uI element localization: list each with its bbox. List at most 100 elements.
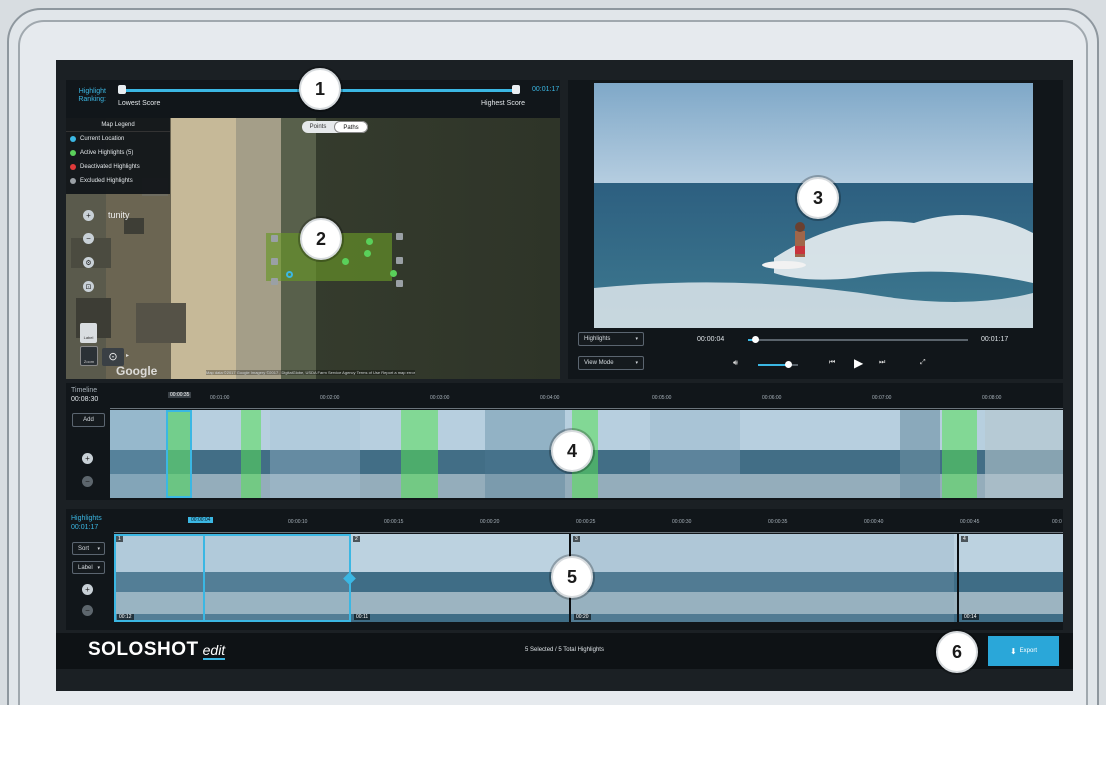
timeline-ruler[interactable]: 00:01:00 00:02:00 00:03:00 00:04:00 00:0… [110,389,1063,409]
selected-clip-outline[interactable] [114,534,351,622]
current-location-dot-icon [70,136,76,142]
zoom-out-icon[interactable]: − [83,233,94,244]
map-marker-active[interactable] [364,250,371,257]
skip-forward-icon[interactable]: ⏭︎ [879,359,885,367]
ranking-time: 00:01:17 [532,86,560,93]
highlights-tick-label: 00:00:10 [288,519,308,525]
chevron-down-icon: ▾ [635,360,638,366]
timeline-zoom-out-icon[interactable]: − [82,476,93,487]
label-button[interactable]: Label [80,323,97,343]
callout-3: 3 [797,177,839,219]
map-marker-excluded[interactable] [396,233,403,240]
map-marker-active[interactable] [390,270,397,277]
timeline-playhead-label: 00:00:35 [168,392,192,398]
legend-label: Deactivated Highlights [80,164,140,170]
legend-item-active: Active Highlights (5) [70,150,133,156]
video-progress-handle[interactable] [751,336,759,343]
timeline-duration: 00:08:30 [71,396,99,403]
chevron-down-icon: ▾ [97,545,100,552]
export-button-label: Export [1019,648,1038,654]
map-marker-active[interactable] [342,258,349,265]
highlights-dropdown[interactable]: Highlights ▾ [578,332,644,346]
view-mode-dropdown[interactable]: View Mode ▾ [578,356,644,370]
map-control-arrow-icon[interactable]: ▸ [126,352,129,359]
highlights-tick-label: 00:00:20 [480,519,500,525]
callout-6: 6 [936,631,978,673]
callout-1: 1 [299,68,341,110]
page-bottom [0,705,1106,771]
timeline-highlight-band[interactable] [942,410,977,498]
map-view-toggle: Points Paths [302,121,368,133]
ranking-label-1: Highlight [78,88,106,95]
map-marker-excluded[interactable] [396,257,403,264]
ranking-slider-min-handle[interactable] [118,85,126,94]
fit-bounds-icon[interactable]: ⊡ [83,281,94,292]
play-icon[interactable]: ▶ [854,356,863,370]
highlights-tick-label: 00:0 [1052,519,1062,525]
video-current-time: 00:00:04 [697,336,725,343]
settings-icon[interactable]: ⚙ [83,257,94,268]
timeline-tick-label: 00:01:00 [210,395,230,401]
chevron-down-icon: ▾ [97,564,100,571]
video-progress-track[interactable] [748,339,968,341]
timeline-tick-label: 00:04:00 [540,395,560,401]
legend-item-deactivated: Deactivated Highlights [70,164,140,170]
map-marker-excluded[interactable] [271,235,278,242]
highlights-duration: 00:01:17 [71,524,99,531]
fullscreen-icon[interactable]: ⤢ [920,359,926,367]
volume-icon[interactable]: 🔊︎ [733,358,738,368]
ranking-label-2: Ranking: [78,96,106,103]
label-dropdown-label: Label [78,564,93,571]
highlights-playhead-line[interactable] [203,534,205,622]
highlights-zoom-out-icon[interactable]: − [82,605,93,616]
highlights-dropdown-label: Highlights [584,336,611,342]
sort-dropdown[interactable]: Sort ▾ [72,542,105,555]
zoom-in-icon[interactable]: + [83,210,94,221]
callout-5: 5 [551,556,593,598]
highlight-clip-number: 4 [961,536,968,542]
legend-label: Excluded Highlights [80,178,133,184]
highlight-clip[interactable]: 3 00:20 [571,534,959,622]
highlight-clip[interactable]: 2 00:11 [351,534,571,622]
map-marker-active[interactable] [366,238,373,245]
chevron-down-icon: ▾ [635,336,638,342]
map-marker-current[interactable] [286,271,293,278]
ranking-lowest-label: Lowest Score [118,100,161,107]
timeline-zoom-in-icon[interactable]: + [82,453,93,464]
export-button[interactable]: ⬇ Export [988,636,1059,666]
callout-2: 2 [300,218,342,260]
highlights-ruler[interactable]: 00:00:04 00:00:10 00:00:15 00:00:20 00:0… [114,515,1063,533]
highlights-tick-label: 00:00:25 [576,519,596,525]
map-marker-excluded[interactable] [271,278,278,285]
toggle-paths[interactable]: Paths [334,121,368,133]
highlights-tick-label: 00:00:40 [864,519,884,525]
ranking-highest-label: Highest Score [481,100,525,107]
view-mode-dropdown-label: View Mode [584,360,614,366]
highlight-clip[interactable]: 4 00:14 [959,534,1063,622]
map-legend-title: Map Legend [66,118,170,132]
toggle-points[interactable]: Points [302,121,334,133]
timeline-tick-label: 00:07:00 [872,395,892,401]
video-panel: Highlights ▾ View Mode ▾ 00:00:04 00:01:… [568,80,1063,379]
volume-slider-handle[interactable] [785,361,792,368]
map-marker-excluded[interactable] [396,280,403,287]
highlight-clip-duration: 00:20 [574,614,591,620]
zoom-button-text: Zoom [83,359,95,364]
highlights-zoom-in-icon[interactable]: + [82,584,93,595]
highlight-clip-number: 3 [573,536,580,542]
footer-bar: SOLOSHOT edit 5 Selected / 5 Total Highl… [56,633,1073,669]
timeline-playhead-box[interactable] [166,410,192,498]
timeline-highlight-band[interactable] [401,410,438,498]
map-attribution: Map data ©2017 Google Imagery ©2017 , Di… [206,370,416,375]
zoom-select-button[interactable]: Zoom [80,346,98,366]
add-button[interactable]: Add [72,413,105,427]
map-legend: Map Legend Current Location Active Highl… [66,118,170,194]
download-icon: ⬇ [1009,646,1017,656]
label-dropdown[interactable]: Label ▾ [72,561,105,574]
highlight-clip-duration: 00:11 [354,614,371,620]
ranking-slider-max-handle[interactable] [512,85,520,94]
excluded-highlight-dot-icon [70,178,76,184]
skip-back-icon[interactable]: ⏮︎ [829,359,835,367]
timeline-highlight-band[interactable] [241,410,261,498]
map-marker-excluded[interactable] [271,258,278,265]
